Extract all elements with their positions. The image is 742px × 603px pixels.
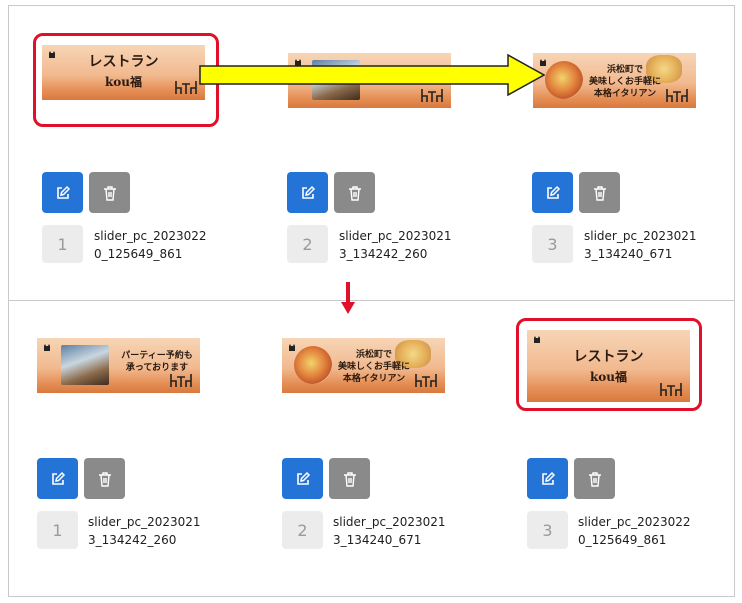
cat-logo-icon	[44, 344, 50, 351]
edit-button[interactable]	[282, 458, 323, 499]
edit-button[interactable]	[532, 172, 573, 213]
trash-icon	[343, 471, 356, 487]
edit-button[interactable]	[527, 458, 568, 499]
edit-icon	[546, 185, 560, 199]
arrow-down-icon	[341, 282, 355, 314]
order-number: 1	[37, 511, 78, 549]
table-chairs-icon	[170, 374, 192, 387]
slider-image-italian: 浜松町で 美味しくお手軽に 本格イタリアン	[282, 338, 445, 393]
highlight-box-moved-item	[516, 318, 702, 411]
order-number: 3	[532, 225, 573, 263]
cat-logo-icon	[289, 344, 295, 351]
file-name: slider_pc_2023021 3_134242_260	[88, 515, 201, 547]
table-chairs-icon	[666, 89, 688, 102]
trash-icon	[98, 471, 111, 487]
delete-button[interactable]	[579, 172, 620, 213]
edit-icon	[51, 471, 65, 485]
delete-button[interactable]	[334, 172, 375, 213]
pizza-image	[294, 346, 332, 384]
banner-line1: パーティー予約も	[121, 351, 193, 361]
order-number: 2	[282, 511, 323, 549]
edit-icon	[56, 185, 70, 199]
slider-image-italian: 浜松町で 美味しくお手軽に 本格イタリアン	[533, 53, 696, 108]
file-name: slider_pc_2023021 3_134240_671	[584, 229, 697, 261]
delete-button[interactable]	[84, 458, 125, 499]
delete-button[interactable]	[574, 458, 615, 499]
section-divider	[8, 300, 735, 301]
edit-icon	[296, 471, 310, 485]
file-name: slider_pc_2023022 0_125649_861	[94, 229, 207, 261]
delete-button[interactable]	[89, 172, 130, 213]
trash-icon	[348, 185, 361, 201]
order-number: 1	[42, 225, 83, 263]
banner-line2: 美味しくお手軽に	[337, 362, 410, 372]
edit-icon	[541, 471, 555, 485]
edit-button[interactable]	[37, 458, 78, 499]
delete-button[interactable]	[329, 458, 370, 499]
arrow-right-icon	[199, 53, 546, 97]
file-name: slider_pc_2023021 3_134240_671	[333, 515, 446, 547]
file-name: slider_pc_2023021 3_134242_260	[339, 229, 452, 261]
highlight-box-moved-item	[33, 33, 219, 127]
file-name: slider_pc_2023022 0_125649_861	[578, 515, 691, 547]
table-chairs-icon	[415, 374, 437, 387]
edit-icon	[301, 185, 315, 199]
banner-photo	[61, 345, 109, 385]
edit-button[interactable]	[287, 172, 328, 213]
edit-button[interactable]	[42, 172, 83, 213]
order-number: 3	[527, 511, 568, 549]
banner-line1: 浜松町で	[606, 65, 643, 75]
trash-icon	[103, 185, 116, 201]
trash-icon	[588, 471, 601, 487]
banner-line3: 本格イタリアン	[342, 374, 406, 384]
banner-line2: 美味しくお手軽に	[588, 77, 661, 87]
banner-line3: 本格イタリアン	[593, 89, 657, 99]
pizza-image	[545, 61, 583, 99]
trash-icon	[593, 185, 606, 201]
banner-line1: 浜松町で	[355, 350, 392, 360]
order-number: 2	[287, 225, 328, 263]
slider-image-party: パーティー予約も 承っております	[37, 338, 200, 393]
